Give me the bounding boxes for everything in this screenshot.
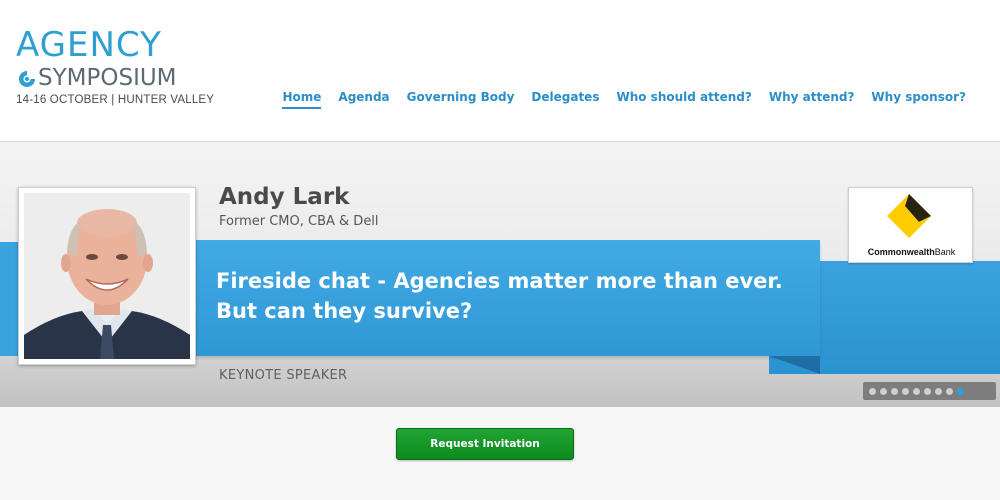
nav-item-why-sponsor[interactable]: Why sponsor? xyxy=(871,90,966,109)
speaker-role: KEYNOTE SPEAKER xyxy=(219,368,348,383)
nav-item-home[interactable]: Home xyxy=(282,90,322,109)
cta-section: Request Invitation xyxy=(0,407,1000,500)
nav-item-agenda[interactable]: Agenda xyxy=(338,90,389,109)
nav-item-governing-body[interactable]: Governing Body xyxy=(407,90,515,109)
speaker-name: Andy Lark xyxy=(219,184,350,210)
main-nav: Home Agenda Governing Body Delegates Who… xyxy=(282,90,966,109)
page: AGENCY SYMPOSIUM 14-16 OCTOBER | HUNTER … xyxy=(0,0,1000,500)
pager-dot-5[interactable] xyxy=(913,387,920,395)
site-header: AGENCY SYMPOSIUM 14-16 OCTOBER | HUNTER … xyxy=(0,0,1000,142)
speaker-photo-frame xyxy=(18,187,196,365)
pager-dot-1[interactable] xyxy=(869,387,876,395)
logo-line-agency: AGENCY xyxy=(16,25,162,65)
sponsor-logo[interactable]: CommonwealthBank xyxy=(848,187,973,263)
logo-line-symposium: SYMPOSIUM xyxy=(38,65,177,91)
pager-dot-8[interactable] xyxy=(946,387,953,395)
pager-dot-2[interactable] xyxy=(880,387,887,395)
speaker-title: Former CMO, CBA & Dell xyxy=(219,214,379,229)
speaker-slider: Andy Lark Former CMO, CBA & Dell Firesid… xyxy=(0,142,1000,407)
pager-dot-9[interactable] xyxy=(957,387,964,395)
commonwealth-bank-logo-icon xyxy=(887,194,931,238)
talk-title: Fireside chat - Agencies matter more tha… xyxy=(216,269,783,323)
nav-item-delegates[interactable]: Delegates xyxy=(531,90,599,109)
pager-dot-3[interactable] xyxy=(891,387,898,395)
speaker-portrait-icon xyxy=(24,193,190,359)
logo-event-dates: 14-16 OCTOBER | HUNTER VALLEY xyxy=(16,94,215,106)
pager-dot-4[interactable] xyxy=(902,387,909,395)
logo-swirl-icon xyxy=(19,71,35,87)
ribbon-fold xyxy=(769,356,820,374)
sponsor-name: CommonwealthBank xyxy=(849,247,974,257)
pager-dot-7[interactable] xyxy=(935,387,942,395)
sponsor-name-bold: Commonwealth xyxy=(867,247,935,257)
ribbon-left-segment xyxy=(0,242,20,356)
site-logo[interactable]: AGENCY SYMPOSIUM 14-16 OCTOBER | HUNTER … xyxy=(16,26,216,116)
nav-item-who-should-attend[interactable]: Who should attend? xyxy=(616,90,751,109)
sponsor-name-regular: Bank xyxy=(934,247,956,257)
slider-pager xyxy=(863,382,996,400)
speaker-photo[interactable] xyxy=(24,193,190,359)
pager-dot-6[interactable] xyxy=(924,387,931,395)
request-invitation-button[interactable]: Request Invitation xyxy=(396,428,574,460)
nav-item-why-attend[interactable]: Why attend? xyxy=(769,90,855,109)
